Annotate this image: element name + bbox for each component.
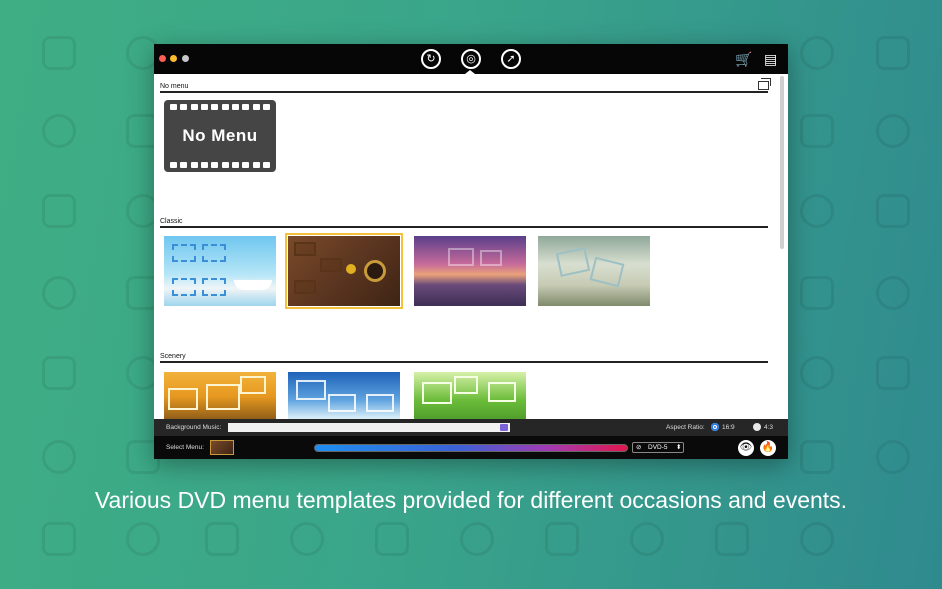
- aspect-16-9-label: 16:9: [722, 424, 735, 431]
- section-divider: [160, 226, 768, 228]
- background-music-field[interactable]: [228, 423, 510, 432]
- template-green-leaves[interactable]: [414, 372, 526, 419]
- zoom-window-button[interactable]: [182, 55, 189, 62]
- template-film-reel-clouds[interactable]: [538, 236, 650, 306]
- template-blue-sky-beach[interactable]: [288, 372, 400, 419]
- disc-small-icon: ⊘: [636, 444, 642, 451]
- aspect-16-9-radio[interactable]: [711, 423, 719, 431]
- select-menu-label: Select Menu:: [166, 444, 204, 451]
- store-button[interactable]: ▤: [764, 51, 777, 67]
- folder-icon[interactable]: [500, 424, 508, 431]
- burn-bar: Select Menu: ⊘ DVD-5 ⬍ 👁 🔥: [154, 436, 788, 459]
- eye-icon: 👁: [739, 442, 753, 453]
- window-restore-icon[interactable]: [758, 78, 771, 90]
- section-divider: [160, 361, 768, 363]
- aspect-4-3-radio[interactable]: [753, 423, 761, 431]
- preview-button[interactable]: 👁: [738, 440, 754, 456]
- no-menu-template[interactable]: No Menu: [164, 100, 276, 172]
- burn-disc-button[interactable]: ◎: [461, 49, 481, 69]
- template-gallery: No menu No Menu Classic Scenery: [154, 74, 788, 419]
- title-bar: ↻ ◎ ➚ 🛒 ▤: [154, 44, 788, 74]
- vertical-scrollbar[interactable]: [780, 76, 784, 249]
- store-icon: ▤: [764, 51, 778, 67]
- template-autumn-sunset[interactable]: [164, 372, 276, 419]
- flame-icon: 🔥: [761, 442, 775, 453]
- section-label-classic: Classic: [160, 218, 183, 225]
- background-music-label: Background Music:: [166, 424, 222, 431]
- app-window: ↻ ◎ ➚ 🛒 ▤ No menu No Menu Classic Scener…: [154, 44, 788, 459]
- minimize-window-button[interactable]: [170, 55, 177, 62]
- disc-type-select[interactable]: ⊘ DVD-5 ⬍: [632, 442, 684, 453]
- disc-icon: ◎: [466, 53, 476, 65]
- template-sunset-sea[interactable]: [414, 236, 526, 306]
- template-wood-table[interactable]: [285, 233, 403, 309]
- template-beach-frames[interactable]: [164, 236, 276, 306]
- chevron-updown-icon: ⬍: [676, 444, 682, 451]
- refresh-icon: ↻: [426, 53, 436, 65]
- share-button[interactable]: ➚: [501, 49, 521, 69]
- disc-type-value: DVD-5: [648, 444, 668, 451]
- share-icon: ➚: [506, 53, 516, 65]
- disc-capacity-bar: [314, 444, 628, 452]
- music-aspect-bar: Background Music: Aspect Ratio: 16:9 4:3: [154, 419, 788, 436]
- section-label-no-menu: No menu: [160, 83, 189, 90]
- cart-button[interactable]: 🛒: [735, 51, 752, 67]
- marketing-caption: Various DVD menu templates provided for …: [94, 487, 848, 513]
- close-window-button[interactable]: [159, 55, 166, 62]
- film-holes-bottom: [170, 162, 270, 168]
- aspect-ratio-label: Aspect Ratio:: [666, 424, 705, 431]
- burn-button[interactable]: 🔥: [760, 440, 776, 456]
- cart-icon: 🛒: [735, 51, 753, 67]
- section-divider: [160, 91, 768, 93]
- aspect-4-3-label: 4:3: [764, 424, 774, 431]
- no-menu-label: No Menu: [182, 126, 258, 145]
- film-holes-top: [170, 104, 270, 110]
- selected-menu-thumbnail[interactable]: [210, 440, 234, 455]
- convert-button[interactable]: ↻: [421, 49, 441, 69]
- section-label-scenery: Scenery: [160, 353, 186, 360]
